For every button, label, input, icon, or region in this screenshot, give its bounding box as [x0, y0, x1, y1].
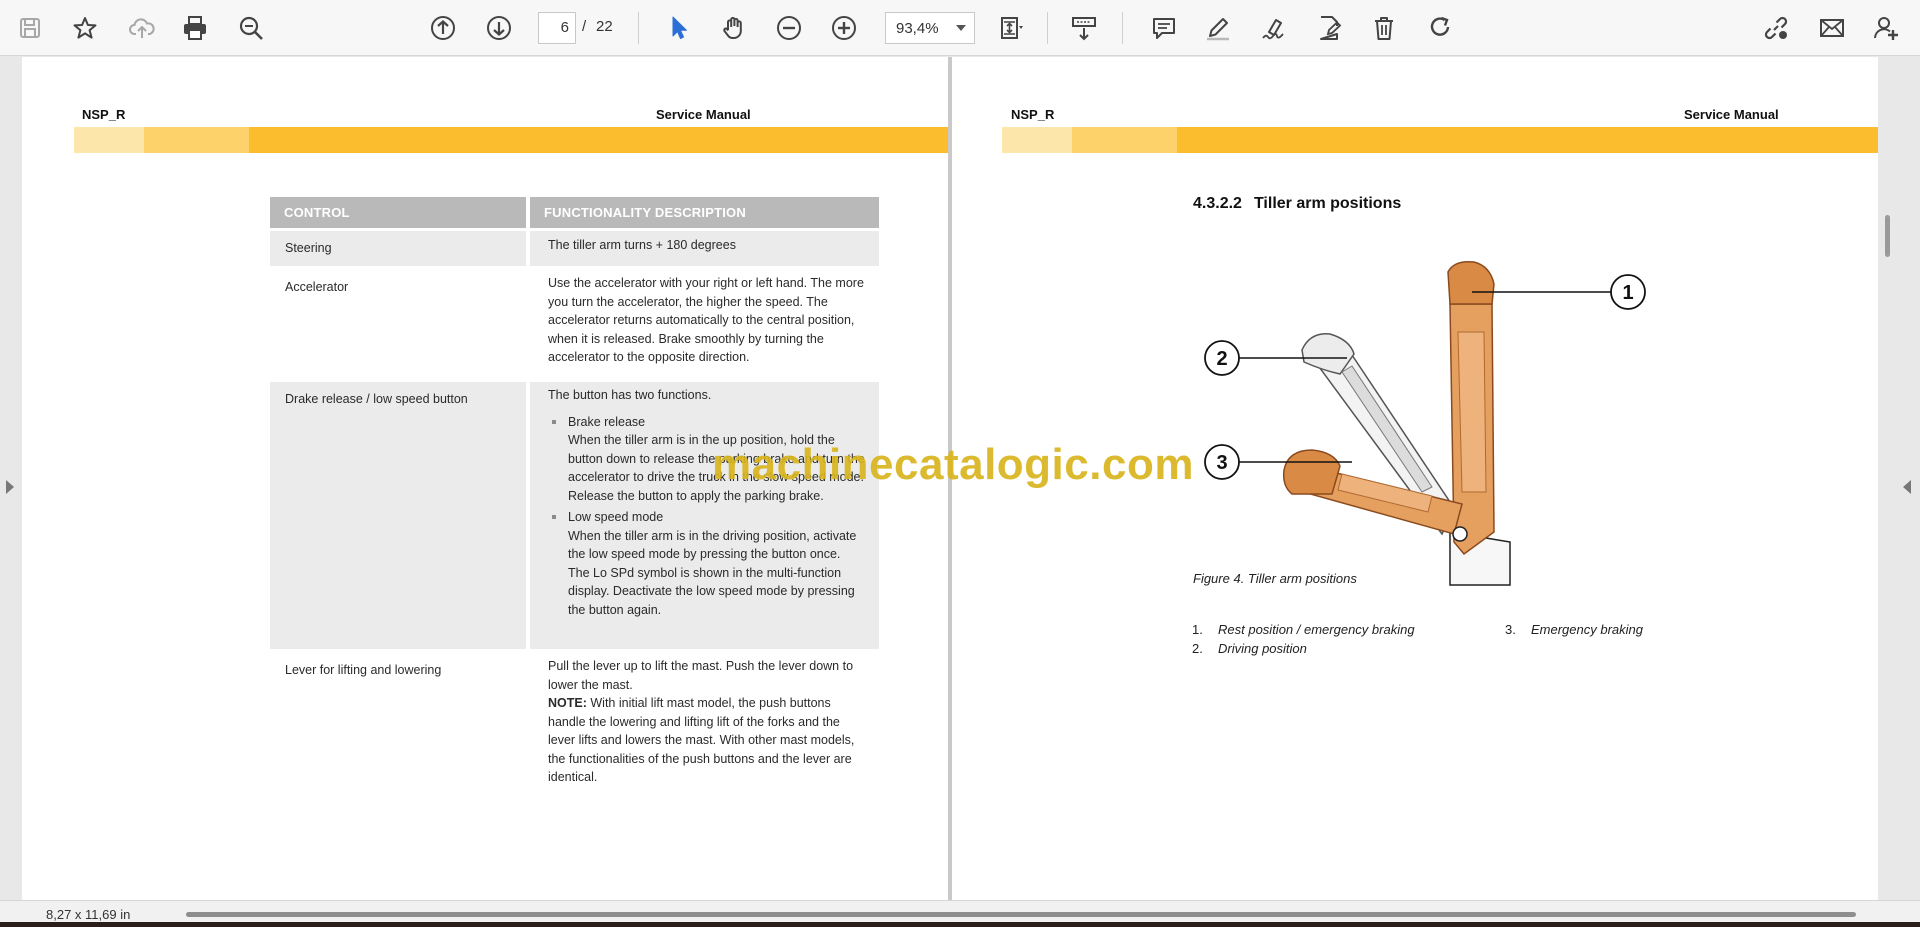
table-row: Use the accelerator with your right or l…: [530, 270, 879, 378]
left-panel-rail[interactable]: [0, 57, 22, 900]
bullet-icon: [552, 419, 556, 424]
pointer-icon[interactable]: [661, 10, 697, 46]
note-label: NOTE:: [548, 696, 587, 710]
callout-number: 3: [1216, 452, 1227, 474]
star-icon[interactable]: [67, 10, 103, 46]
row-description: The tiller arm turns + 180 degrees: [548, 238, 736, 252]
callout-3: 3: [1204, 444, 1240, 480]
callout-number: 1: [1622, 282, 1633, 304]
comment-icon[interactable]: [1146, 10, 1182, 46]
section-number: 4.3.2.2: [1193, 195, 1242, 212]
table-header-description: FUNCTIONALITY DESCRIPTION: [530, 197, 879, 228]
page-size-label: 8,27 x 11,69 in: [46, 907, 131, 922]
row-control: Steering: [285, 241, 332, 255]
legend-item: 3. Emergency braking: [1505, 622, 1643, 637]
window-bottom-edge: [0, 922, 1920, 927]
zoom-search-icon[interactable]: [233, 10, 269, 46]
zoom-select[interactable]: 93,4%: [885, 12, 975, 44]
header-band: [74, 127, 948, 153]
legend-item: 1. Rest position / emergency braking: [1192, 622, 1415, 637]
vertical-scrollbar[interactable]: [1885, 215, 1890, 257]
row-control: Lever for lifting and lowering: [285, 663, 442, 677]
row-description: Use the accelerator with your right or l…: [548, 276, 864, 364]
horizontal-scrollbar[interactable]: [186, 912, 1856, 917]
rotate-icon[interactable]: [1422, 10, 1458, 46]
toolbar: 6 / 22 93,4%: [0, 0, 1920, 56]
page-separator: /: [582, 18, 587, 35]
bullet-body: When the tiller arm is in the driving po…: [568, 528, 857, 617]
hand-icon[interactable]: [716, 10, 752, 46]
upload-icon[interactable]: [124, 10, 160, 46]
page-header-right: Service Manual: [656, 107, 751, 122]
table-row: Accelerator: [270, 270, 526, 378]
legend-item: 2. Driving position: [1192, 641, 1307, 656]
save-icon[interactable]: [12, 10, 48, 46]
note-text: With initial lift mast model, the push b…: [548, 696, 855, 784]
pen-icon[interactable]: [1200, 10, 1236, 46]
figure-caption: Figure 4. Tiller arm positions: [1193, 571, 1357, 586]
arrow-up-circle-icon[interactable]: [425, 10, 461, 46]
page-header-left: NSP_R: [82, 107, 126, 122]
toolbar-divider: [1047, 12, 1048, 44]
table-header-control: CONTROL: [270, 197, 526, 228]
row-control: Drake release / low speed button: [285, 392, 468, 406]
bullet-title: Brake release: [568, 414, 646, 429]
list-item: Low speed mode When the tiller arm is in…: [548, 508, 865, 619]
minus-circle-icon[interactable]: [771, 10, 807, 46]
expand-right-panel-icon[interactable]: [1903, 480, 1911, 494]
chevron-down-icon: [956, 25, 966, 31]
page-header-right: Service Manual: [1684, 107, 1779, 122]
table-row: Lever for lifting and lowering: [270, 653, 526, 783]
bullet-title: Low speed mode: [568, 510, 664, 524]
toolbar-divider: [1122, 12, 1123, 44]
pdf-viewer: 6 / 22 93,4% NSP_R Service Manual CONTRO…: [0, 0, 1920, 927]
section-heading: 4.3.2.2 Tiller arm positions: [1193, 195, 1401, 213]
edit-icon[interactable]: [1311, 10, 1347, 46]
table-row: Steering: [270, 231, 526, 266]
arrow-down-circle-icon[interactable]: [481, 10, 517, 46]
sign-icon[interactable]: [1256, 10, 1292, 46]
tiller-arm-figure: 1 2 3: [1204, 260, 1646, 586]
toolbar-divider: [638, 12, 639, 44]
plus-circle-icon[interactable]: [826, 10, 862, 46]
table-row: Pull the lever up to lift the mast. Push…: [530, 653, 879, 784]
table-row: Drake release / low speed button: [270, 382, 526, 649]
page-number-input[interactable]: 6: [538, 12, 576, 44]
mail-icon[interactable]: [1814, 10, 1850, 46]
section-title: Tiller arm positions: [1253, 195, 1402, 212]
fit-page-icon[interactable]: [994, 10, 1030, 46]
zoom-value: 93,4%: [896, 19, 939, 37]
row-intro: The button has two functions.: [548, 388, 712, 402]
print-icon[interactable]: [177, 10, 213, 46]
watermark: machinecatalogic.com: [712, 440, 1194, 489]
header-band: [1002, 127, 1878, 153]
add-user-icon[interactable]: [1868, 10, 1904, 46]
callout-number: 2: [1216, 348, 1227, 370]
callout-2: 2: [1204, 340, 1240, 376]
expand-left-panel-icon[interactable]: [6, 480, 14, 494]
scroll-mode-icon[interactable]: [1066, 10, 1102, 46]
row-control: Accelerator: [285, 280, 349, 294]
row-description: Pull the lever up to lift the mast. Push…: [548, 659, 854, 692]
right-panel-rail[interactable]: [1880, 57, 1920, 900]
bullet-icon: [552, 515, 556, 519]
page-header-left: NSP_R: [1011, 107, 1055, 122]
table-row: The tiller arm turns + 180 degrees: [530, 231, 879, 266]
callout-1: 1: [1610, 274, 1646, 310]
table-row: The button has two functions. Brake rele…: [530, 382, 879, 649]
page-total: 22: [596, 18, 613, 35]
share-icon[interactable]: [1758, 10, 1794, 46]
trash-icon[interactable]: [1366, 10, 1402, 46]
